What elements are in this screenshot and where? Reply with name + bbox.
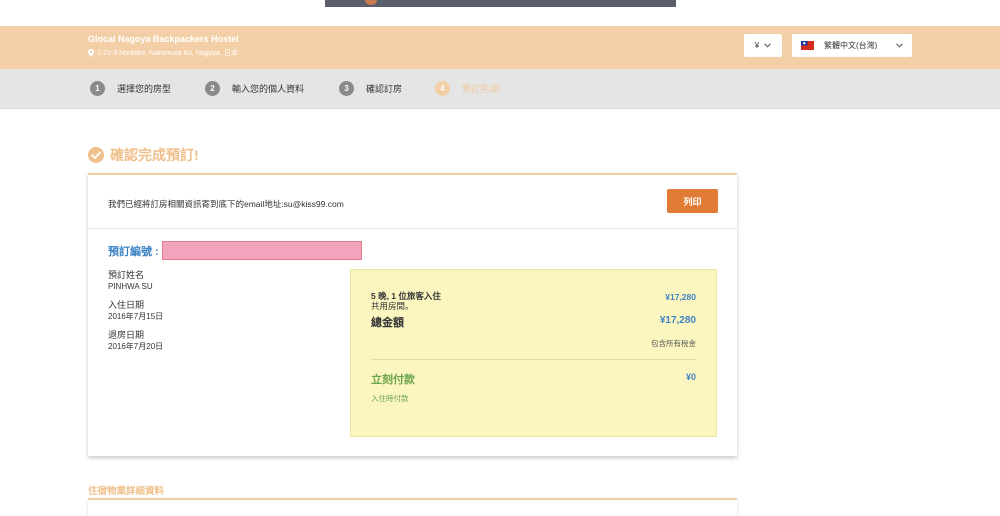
- checkin-value: 2016年7月15日: [108, 312, 164, 321]
- checkout-value: 2016年7月20日: [108, 342, 164, 351]
- language-value: 繁體中文(台灣): [824, 41, 878, 50]
- checkin-label: 入住日期: [108, 300, 145, 310]
- chevron-down-icon: [764, 43, 772, 48]
- banner-image-detail: [365, 0, 377, 5]
- pay-now-label: 立刻付款: [371, 374, 415, 386]
- property-details-card: [88, 498, 737, 516]
- stay-description: 5 晚, 1 位旅客入住 共用房間。: [371, 291, 441, 311]
- pay-at-checkin: 入住時付款: [371, 394, 409, 403]
- checkout-label: 退房日期: [108, 330, 145, 340]
- stay-desc: 5 晚, 1 位旅客入住: [371, 291, 441, 301]
- price-summary: 5 晚, 1 位旅客入住 共用房間。 ¥17,280 總金額 ¥17,280 包…: [350, 269, 717, 437]
- booking-steps: 1 選擇您的房型 2 輸入您的個人資料 3 確認訂房 4 預訂完成!: [0, 69, 1000, 109]
- pay-now-value: ¥0: [685, 372, 696, 382]
- step-number: 3: [339, 81, 354, 96]
- step-booking-complete: 4 預訂完成!: [435, 81, 501, 96]
- step-number: 4: [435, 81, 450, 96]
- hotel-name: Glocal Nagoya Backpackers Hostel: [88, 34, 239, 44]
- taiwan-flag-icon: [801, 41, 814, 50]
- booking-number-label: 預訂編號 :: [108, 245, 159, 258]
- tax-note: 包含所有稅金: [651, 339, 696, 348]
- step-personal-info: 2 輸入您的個人資料: [205, 81, 304, 96]
- step-select-room: 1 選擇您的房型: [90, 81, 171, 96]
- step-confirm-booking: 3 確認訂房: [339, 81, 402, 96]
- step-number: 2: [205, 81, 220, 96]
- hotel-address-text: 1-21-3 Noritake, Nakamura Ku, Nagoya, 日本: [97, 50, 238, 57]
- location-pin-icon: [88, 49, 94, 57]
- top-banner-image: [325, 0, 676, 7]
- room-type: 共用房間。: [371, 301, 414, 311]
- property-details-title: 住宿物業詳細資料: [88, 486, 165, 497]
- step-label: 選擇您的房型: [117, 84, 172, 94]
- step-label: 確認訂房: [366, 84, 403, 94]
- guest-name-label: 預訂姓名: [108, 270, 145, 280]
- confirmation-title: 確認完成預訂!: [88, 145, 199, 165]
- confirmation-title-text: 確認完成預訂!: [110, 147, 199, 163]
- check-circle-icon: [88, 147, 104, 163]
- confirmation-card: 我們已經將訂房相關資訊寄到底下的email地址:su@kiss99.com 列印…: [88, 173, 737, 456]
- currency-select[interactable]: ¥: [744, 34, 782, 57]
- total-value: ¥17,280: [659, 315, 696, 326]
- total-label: 總金額: [371, 317, 404, 329]
- booking-number: 預訂編號 :: [108, 241, 362, 260]
- email-notice-row: 我們已經將訂房相關資訊寄到底下的email地址:su@kiss99.com 列印: [88, 175, 737, 229]
- room-price: ¥17,280: [665, 292, 696, 302]
- hotel-address: 1-21-3 Noritake, Nakamura Ku, Nagoya, 日本: [88, 48, 238, 58]
- guest-name-value: PINHWA SU: [108, 282, 153, 291]
- step-label: 輸入您的個人資料: [232, 84, 305, 94]
- email-notice: 我們已經將訂房相關資訊寄到底下的email地址:su@kiss99.com: [108, 199, 344, 209]
- language-select[interactable]: 繁體中文(台灣): [792, 34, 912, 57]
- step-number: 1: [90, 81, 105, 96]
- print-button[interactable]: 列印: [667, 189, 718, 213]
- redacted-booking-number: [161, 241, 362, 260]
- summary-divider: [371, 359, 696, 360]
- chevron-down-icon: [896, 43, 903, 48]
- currency-value: ¥: [754, 41, 760, 50]
- step-label: 預訂完成!: [462, 84, 501, 94]
- guest-info: 預訂姓名 PINHWA SU 入住日期 2016年7月15日 退房日期 2016…: [108, 270, 163, 360]
